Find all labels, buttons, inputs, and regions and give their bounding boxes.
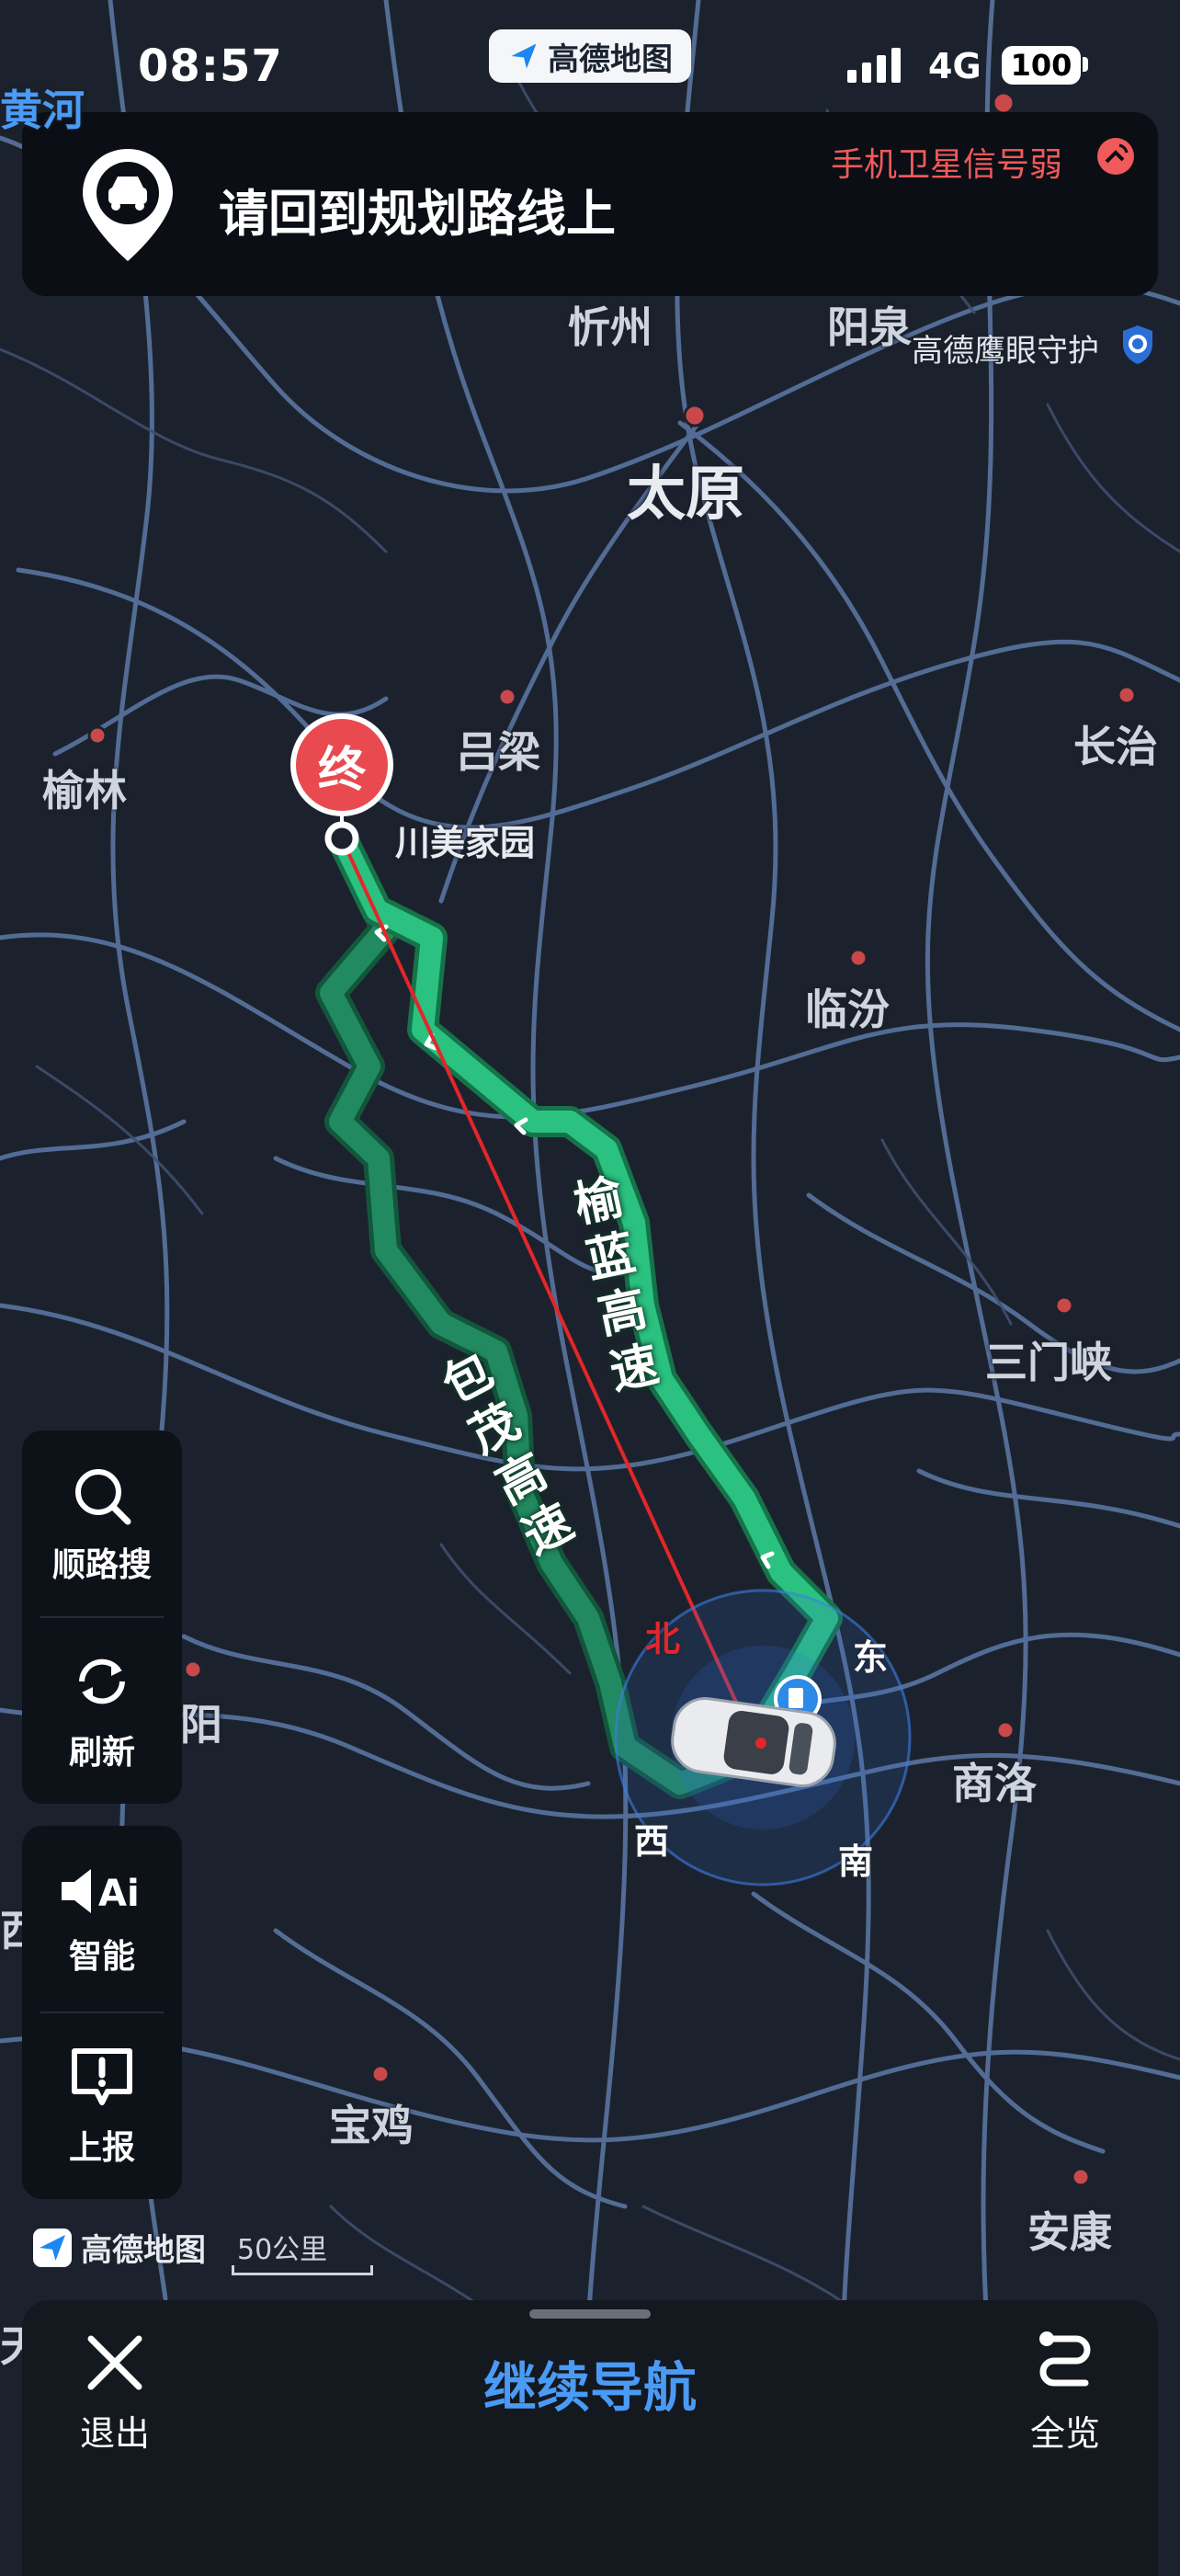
map-scale-bar xyxy=(232,2265,373,2275)
report-label: 上报 xyxy=(68,2129,135,2167)
search-icon xyxy=(75,1469,131,1525)
cellular-signal-icon xyxy=(847,48,901,83)
battery-tip xyxy=(1083,57,1088,72)
satellite-weak-icon[interactable] xyxy=(1095,136,1136,177)
sheet-grabber[interactable] xyxy=(529,2309,651,2319)
map-label-sanmenxia: 三门峡 xyxy=(985,1338,1112,1387)
search-along-route-button[interactable]: 顺路搜 xyxy=(22,1432,182,1616)
bottom-sheet xyxy=(22,2300,1158,2576)
map-label-luliang: 吕梁 xyxy=(456,727,540,777)
route-overview-icon xyxy=(1039,2331,1091,2387)
map-label-changzhi: 长治 xyxy=(1073,722,1158,771)
map-label-taiyuan: 太原 xyxy=(627,461,744,529)
ai-speaker-icon: Ai xyxy=(62,1869,140,1915)
tools-panel-top: 顺路搜 刷新 xyxy=(22,1430,182,1804)
compass-west: 西 xyxy=(634,1821,670,1862)
amap-logo-icon xyxy=(33,2228,72,2267)
map-logo-text: 高德地图 xyxy=(81,2232,206,2269)
close-icon xyxy=(87,2335,142,2390)
smart-label: 智能 xyxy=(68,1938,135,1976)
destination-name[interactable]: 川美家园 xyxy=(395,815,535,865)
map-label-baoji: 宝鸡 xyxy=(329,2101,414,2150)
report-alert-icon xyxy=(72,2048,132,2105)
network-type: 4G xyxy=(928,46,981,86)
banner-message: 请回到规划路线上 xyxy=(219,185,616,243)
map-label-shangluo: 商洛 xyxy=(952,1759,1037,1808)
map-label-edge-yang: 阳 xyxy=(180,1700,222,1750)
destination-marker[interactable]: 终 xyxy=(296,719,388,811)
map-label-huanghe: 黄河 xyxy=(0,85,85,135)
eagle-eye-label[interactable]: 高德鹰眼守护 xyxy=(912,325,1099,370)
report-button[interactable]: 上报 xyxy=(22,2013,182,2197)
overview-button[interactable]: 全览 xyxy=(1015,2326,1116,2456)
exit-button[interactable]: 退出 xyxy=(64,2330,165,2456)
refresh-label: 刷新 xyxy=(68,1734,135,1772)
map-scale-label: 50公里 xyxy=(237,2234,328,2266)
shield-icon[interactable] xyxy=(1119,324,1156,366)
continue-navigation-button[interactable]: 继续导航 xyxy=(404,2344,776,2422)
overview-label: 全览 xyxy=(1029,2413,1100,2454)
map-label-yangquan: 阳泉 xyxy=(827,302,912,352)
return-to-app-pill[interactable]: 高德地图 xyxy=(489,29,691,83)
map-label-yulin: 榆林 xyxy=(42,766,127,815)
refresh-button[interactable]: 刷新 xyxy=(22,1618,182,1802)
satellite-warning: 手机卫星信号弱 xyxy=(831,146,1063,184)
amap-logo-icon xyxy=(511,43,537,69)
battery-indicator: 100 xyxy=(1002,46,1081,85)
car-location-pin-icon xyxy=(83,149,173,261)
map-label-ankang: 安康 xyxy=(1027,2207,1112,2257)
smart-voice-button[interactable]: Ai 智能 xyxy=(22,1828,182,2012)
svg-text:Ai: Ai xyxy=(98,1873,140,1915)
refresh-icon xyxy=(79,1658,125,1704)
search-along-route-label: 顺路搜 xyxy=(51,1546,152,1584)
compass-south: 南 xyxy=(838,1841,874,1882)
status-time: 08:57 xyxy=(138,40,283,92)
exit-label: 退出 xyxy=(79,2413,150,2454)
compass-north: 北 xyxy=(645,1619,681,1659)
compass-east: 东 xyxy=(853,1637,889,1678)
map-label-xinzhou: 忻州 xyxy=(568,302,652,352)
tools-panel-bottom: Ai 智能 上报 xyxy=(22,1826,182,2199)
app-badge-label: 高德地图 xyxy=(548,40,673,78)
map-label-linfen: 临汾 xyxy=(805,985,890,1034)
map-attribution: 高德地图 xyxy=(33,2225,206,2270)
